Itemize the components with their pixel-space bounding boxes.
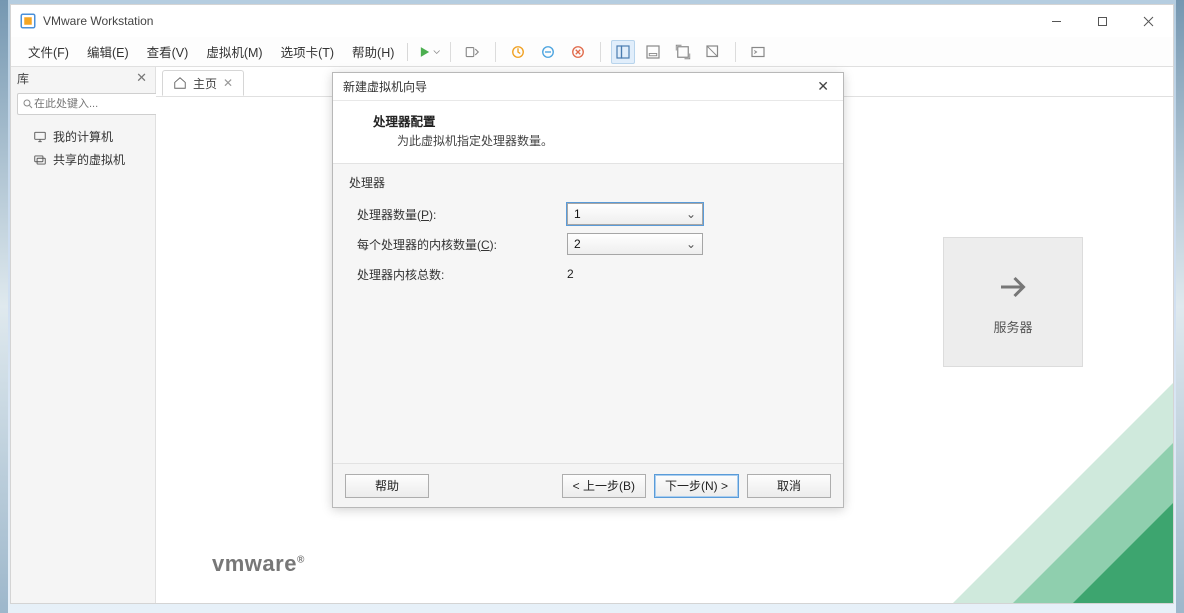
show-thumbnail-button[interactable] [641, 40, 665, 64]
window-controls [1033, 7, 1171, 35]
menu-vm[interactable]: 虚拟机(M) [197, 39, 271, 64]
help-button[interactable]: 帮助 [345, 474, 429, 498]
row-processor-count: 处理器数量(P): 1 ⌄ [357, 199, 819, 229]
app-icon [19, 12, 37, 30]
menu-tabs[interactable]: 选项卡(T) [272, 39, 343, 64]
maximize-button[interactable] [1079, 7, 1125, 35]
home-icon [173, 76, 187, 90]
menu-help[interactable]: 帮助(H) [343, 39, 403, 64]
menubar: 文件(F) 编辑(E) 查看(V) 虚拟机(M) 选项卡(T) 帮助(H) [11, 37, 1173, 67]
send-ctrlaltdel-button[interactable] [461, 40, 485, 64]
power-on-button[interactable] [416, 40, 440, 64]
vmware-logo: vmware® [212, 551, 305, 577]
processor-count-select[interactable]: 1 ⌄ [567, 203, 703, 225]
sidebar: 库 ✕ ▼ 我的计算机 共享的虚拟机 [11, 67, 156, 603]
monitor-icon [33, 130, 47, 144]
tree-label: 共享的虚拟机 [53, 151, 125, 168]
chevron-down-icon: ⌄ [686, 237, 696, 251]
unity-button[interactable] [701, 40, 725, 64]
search-icon [22, 98, 34, 110]
toolbar-sep-4 [735, 42, 736, 62]
show-library-button[interactable] [611, 40, 635, 64]
total-cores-label: 处理器内核总数: [357, 266, 567, 283]
next-button[interactable]: 下一步(N) > [654, 474, 739, 498]
dialog-title: 新建虚拟机向导 [343, 78, 427, 95]
console-button[interactable] [746, 40, 770, 64]
background-right [1176, 0, 1184, 613]
toolbar [416, 40, 770, 64]
cores-label: 每个处理器的内核数量(C): [357, 236, 567, 253]
toolbar-sep-2 [495, 42, 496, 62]
dialog-titlebar[interactable]: 新建虚拟机向导 ✕ [333, 73, 843, 101]
minimize-button[interactable] [1033, 7, 1079, 35]
snapshot-take-button[interactable] [506, 40, 530, 64]
form-grid: 处理器数量(P): 1 ⌄ 每个处理器的内核数量(C): 2 ⌄ 处理器内核总数… [347, 199, 829, 289]
tab-home-label: 主页 [193, 75, 217, 92]
menu-view[interactable]: 查看(V) [138, 39, 198, 64]
connect-remote-card[interactable]: 服务器 [943, 237, 1083, 367]
sidebar-search-row: ▼ [11, 89, 155, 119]
arrow-right-icon [995, 269, 1031, 305]
dialog-header: 处理器配置 为此虚拟机指定处理器数量。 [333, 101, 843, 164]
menu-separator [407, 43, 408, 61]
total-cores-value: 2 [567, 267, 574, 281]
dialog-footer: 帮助 < 上一步(B) 下一步(N) > 取消 [333, 463, 843, 507]
menu-edit[interactable]: 编辑(E) [78, 39, 138, 64]
row-cores-per-processor: 每个处理器的内核数量(C): 2 ⌄ [357, 229, 819, 259]
sidebar-header: 库 ✕ [11, 67, 155, 89]
app-title: VMware Workstation [43, 14, 153, 28]
fullscreen-button[interactable] [671, 40, 695, 64]
shared-icon [33, 153, 47, 167]
snapshot-manager-button[interactable] [566, 40, 590, 64]
tab-close-icon[interactable]: ✕ [223, 76, 233, 90]
back-button[interactable]: < 上一步(B) [562, 474, 646, 498]
menu-file[interactable]: 文件(F) [19, 39, 78, 64]
processor-group-label: 处理器 [347, 172, 829, 199]
toolbar-sep-3 [600, 42, 601, 62]
titlebar[interactable]: VMware Workstation [11, 5, 1173, 37]
tree-item-shared-vms[interactable]: 共享的虚拟机 [15, 148, 151, 171]
dialog-subheading: 为此虚拟机指定处理器数量。 [373, 132, 825, 149]
row-total-cores: 处理器内核总数: 2 [357, 259, 819, 289]
snapshot-revert-button[interactable] [536, 40, 560, 64]
dialog-heading: 处理器配置 [373, 111, 825, 130]
tree-item-my-computer[interactable]: 我的计算机 [15, 125, 151, 148]
chevron-down-icon: ⌄ [686, 207, 696, 221]
tab-home[interactable]: 主页 ✕ [162, 70, 244, 96]
library-tree: 我的计算机 共享的虚拟机 [11, 119, 155, 177]
dialog-body: 处理器 处理器数量(P): 1 ⌄ 每个处理器的内核数量(C): 2 ⌄ 处理器… [333, 164, 843, 463]
sidebar-title: 库 [17, 70, 29, 87]
dialog-close-icon[interactable]: ✕ [813, 76, 833, 97]
processor-count-label: 处理器数量(P): [357, 206, 567, 223]
toolbar-sep-1 [450, 42, 451, 62]
decorative-triangles [913, 383, 1173, 603]
background-left [0, 0, 8, 613]
tree-label: 我的计算机 [53, 128, 113, 145]
cores-value: 2 [574, 237, 581, 251]
sidebar-close-icon[interactable]: ✕ [134, 70, 149, 86]
cores-per-processor-select[interactable]: 2 ⌄ [567, 233, 703, 255]
processor-count-value: 1 [574, 207, 581, 221]
new-vm-wizard-dialog: 新建虚拟机向导 ✕ 处理器配置 为此虚拟机指定处理器数量。 处理器 处理器数量(… [332, 72, 844, 508]
search-input[interactable] [34, 98, 176, 110]
remote-card-label: 服务器 [993, 317, 1032, 336]
cancel-button[interactable]: 取消 [747, 474, 831, 498]
close-button[interactable] [1125, 7, 1171, 35]
